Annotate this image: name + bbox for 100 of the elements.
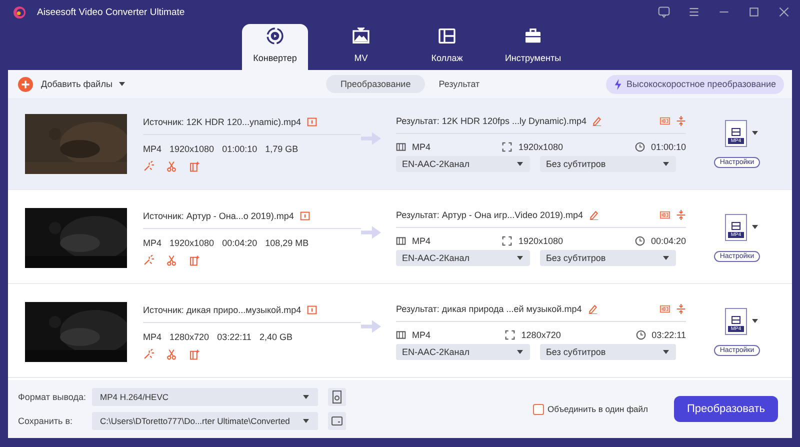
merge-checkbox[interactable]: Объединить в один файл — [532, 404, 648, 414]
convert-icon — [265, 26, 285, 46]
merge-icon[interactable] — [676, 304, 686, 314]
caret-icon — [662, 348, 670, 356]
hardware-acceleration-button[interactable]: Высокоскоростное преобразование — [606, 74, 784, 94]
film-icon — [731, 316, 741, 324]
info-icon[interactable] — [300, 210, 310, 220]
edit-subtitle-icon[interactable] — [189, 348, 200, 360]
merge-icon[interactable] — [676, 210, 686, 220]
caret-icon — [118, 80, 126, 88]
source-format: MP4 — [143, 238, 162, 248]
edit-subtitle-icon[interactable] — [189, 160, 200, 172]
view-tab[interactable]: Результат — [424, 75, 494, 93]
source-resolution: 1920x1080 — [170, 144, 214, 154]
arrow-icon — [361, 132, 381, 145]
app-logo-icon — [12, 4, 27, 20]
audio-track-dropdown[interactable]: EN-AAC-2Канал — [396, 250, 530, 266]
lightning-icon — [614, 78, 622, 90]
film-icon — [731, 222, 741, 230]
output-format-label: Формат вывода: — [18, 392, 87, 402]
output-resolution: 1280x720 — [521, 330, 561, 340]
tab[interactable]: Коллаж — [414, 24, 480, 70]
feedback-icon[interactable] — [658, 6, 670, 18]
output-format-dropdown[interactable]: MP4 H.264/HEVC — [92, 388, 318, 406]
add-files-button[interactable]: Добавить файлы — [18, 76, 126, 92]
arrow-icon — [361, 226, 381, 239]
file-size: 108,29 MB — [265, 238, 309, 248]
source-resolution: 1280x720 — [170, 332, 210, 342]
id3-tag-icon[interactable] — [660, 304, 670, 314]
subtitle-dropdown[interactable]: Без субтитров — [540, 156, 676, 172]
info-icon[interactable] — [307, 304, 318, 314]
source-duration: 01:00:10 — [222, 144, 258, 154]
clock-icon — [636, 330, 646, 340]
pencil-icon[interactable] — [588, 304, 598, 314]
magic-wand-icon[interactable] — [143, 160, 154, 172]
source-file-name: Источник: 12K HDR 120...ynamic).mp4 — [143, 116, 301, 126]
scissors-icon[interactable] — [166, 160, 177, 172]
source-duration: 00:04:20 — [222, 238, 258, 248]
tv-icon — [351, 26, 371, 46]
view-tab[interactable]: Преобразование — [326, 75, 425, 93]
plus-icon — [18, 76, 33, 92]
film-icon — [731, 128, 741, 136]
maximize-icon[interactable] — [748, 6, 760, 18]
scissors-icon[interactable] — [166, 348, 177, 360]
caret-icon — [662, 160, 670, 168]
magic-wand-icon[interactable] — [143, 254, 154, 266]
subtitle-dropdown[interactable]: Без субтитров — [540, 344, 676, 360]
file-size: 2,40 GB — [259, 332, 292, 342]
output-duration: 01:00:10 — [650, 142, 686, 152]
folder-icon[interactable] — [328, 412, 346, 430]
film-icon — [396, 330, 406, 340]
convert-button[interactable]: Преобразовать — [674, 396, 778, 422]
tab[interactable]: Инструменты — [500, 24, 566, 70]
audio-track-dropdown[interactable]: EN-AAC-2Канал — [396, 344, 530, 360]
result-file-name: Результат: дикая природа ...ей музыкой.mp4 — [396, 304, 582, 314]
caret-icon[interactable] — [751, 129, 759, 137]
menu-icon[interactable] — [688, 6, 700, 18]
file-size: 1,79 GB — [265, 144, 298, 154]
resize-icon — [502, 236, 512, 246]
caret-icon — [662, 254, 670, 262]
tab[interactable]: MV — [328, 24, 394, 70]
id3-tag-icon[interactable] — [660, 210, 670, 220]
source-file-name: Источник: Артур - Она...о 2019).mp4 — [143, 210, 294, 220]
window-title: Aiseesoft Video Converter Ultimate — [37, 6, 185, 18]
id3-tag-icon[interactable] — [660, 116, 670, 126]
collage-icon — [437, 26, 457, 46]
subtitle-dropdown[interactable]: Без субтитров — [540, 250, 676, 266]
caret-icon — [302, 417, 310, 425]
output-resolution: 1920x1080 — [518, 236, 563, 246]
format-settings-icon[interactable] — [328, 388, 346, 406]
caret-icon[interactable] — [751, 317, 759, 325]
edit-subtitle-icon[interactable] — [189, 254, 200, 266]
save-path-dropdown[interactable]: C:\Users\DToretto777\Do...rter Ultimate\Converted — [92, 412, 318, 430]
pencil-icon[interactable] — [592, 116, 602, 126]
source-duration: 03:22:11 — [217, 332, 252, 342]
output-format: MP4 — [412, 236, 431, 246]
source-resolution: 1920x1080 — [170, 238, 214, 248]
clock-icon — [634, 142, 645, 152]
magic-wand-icon[interactable] — [143, 348, 154, 360]
tab[interactable]: Конвертер — [242, 24, 308, 70]
clock-icon — [634, 236, 645, 246]
caret-icon — [302, 393, 310, 401]
output-duration: 00:04:20 — [650, 236, 686, 246]
merge-icon[interactable] — [676, 116, 686, 126]
source-format: MP4 — [143, 144, 162, 154]
info-icon[interactable] — [306, 116, 317, 126]
scissors-icon[interactable] — [166, 254, 177, 266]
output-duration: 03:22:11 — [652, 330, 686, 340]
output-format: MP4 — [412, 142, 431, 152]
source-format: MP4 — [143, 332, 162, 342]
caret-icon[interactable] — [751, 223, 759, 231]
pencil-icon[interactable] — [589, 210, 600, 220]
resize-icon — [502, 142, 512, 152]
caret-icon — [516, 254, 524, 262]
close-icon[interactable] — [778, 6, 790, 18]
audio-track-dropdown[interactable]: EN-AAC-2Канал — [396, 156, 530, 172]
film-icon — [396, 236, 406, 246]
film-icon — [396, 142, 406, 152]
source-file-name: Источник: дикая приро...музыкой.mp4 — [143, 304, 302, 314]
save-to-label: Сохранить в: — [18, 416, 74, 426]
